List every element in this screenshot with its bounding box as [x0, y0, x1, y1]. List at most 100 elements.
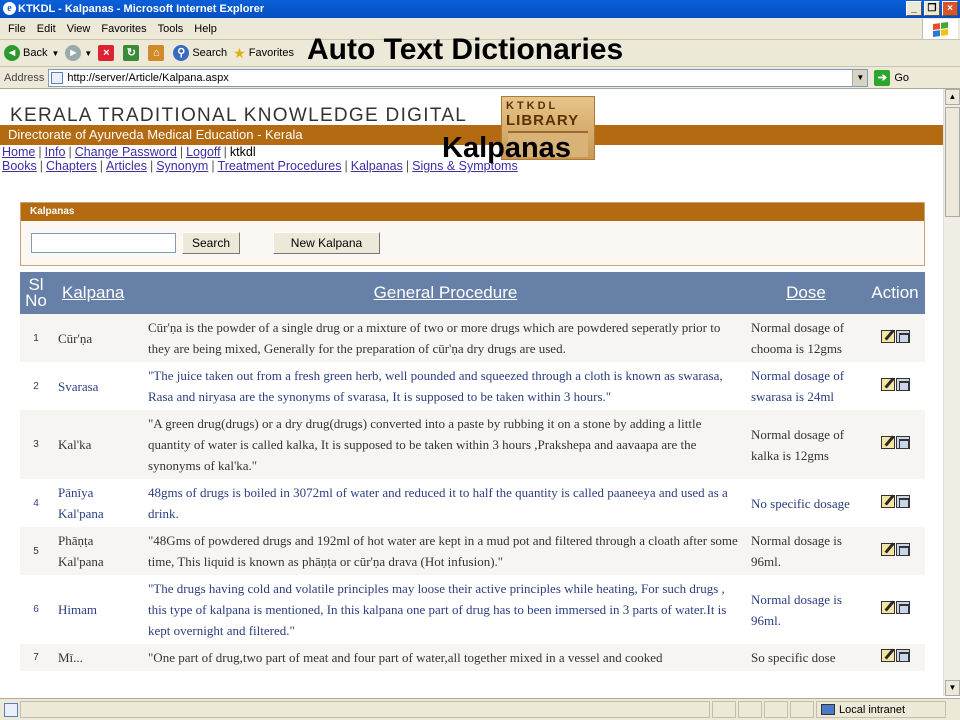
- edit-icon[interactable]: [880, 436, 895, 449]
- table-row: 7 Mī... "One part of drug,two part of meat…: [20, 644, 925, 671]
- delete-icon[interactable]: [895, 601, 910, 614]
- kalpanas-table: Sl No Kalpana General Procedure Dose Act…: [20, 272, 925, 671]
- link-synonym[interactable]: Synonym: [156, 159, 208, 173]
- edit-icon[interactable]: [880, 649, 895, 662]
- account-links: Home | Info | Change Password | Logoff | ktkdl: [2, 145, 256, 159]
- link-info[interactable]: Info: [45, 145, 66, 159]
- ie-icon: e: [3, 2, 16, 15]
- stop-button[interactable]: ×: [98, 45, 117, 61]
- address-dropdown-icon[interactable]: ▼: [852, 69, 868, 86]
- delete-icon[interactable]: [895, 494, 910, 508]
- status-bar: Local intranet: [0, 698, 960, 720]
- table-row: 6 Himam "The drugs having cold and volatil…: [20, 575, 925, 644]
- scroll-down-button[interactable]: ▼: [945, 680, 960, 696]
- edit-icon[interactable]: [880, 377, 895, 391]
- dose-text: Normal dosage of chooma is 12gms: [747, 314, 865, 362]
- favorites-star-icon: ★: [233, 44, 246, 61]
- address-url: http://server/Article/Kalpana.aspx: [67, 71, 229, 84]
- table-row: 3 Kal'ka "A green drug(drugs) or a dry dru…: [20, 410, 925, 479]
- kalpana-name: Pānīya Kal'pana: [52, 479, 144, 527]
- favorites-button[interactable]: ★ Favorites: [233, 45, 294, 62]
- close-button[interactable]: ×: [942, 1, 958, 16]
- kalpana-name: Mī...: [52, 644, 144, 671]
- col-kalpana[interactable]: Kalpana: [52, 272, 144, 314]
- menu-file[interactable]: File: [8, 23, 26, 35]
- kalpana-name: Cūr'ṇa: [52, 314, 144, 362]
- search-submit-button[interactable]: Search: [182, 232, 240, 254]
- link-chapters[interactable]: Chapters: [46, 159, 97, 173]
- procedure-text: "48Gms of powdered drugs and 192ml of ho…: [144, 527, 747, 575]
- search-button[interactable]: ⚲ Search: [173, 45, 227, 61]
- procedure-text: "A green drug(drugs) or a dry drug(drugs…: [144, 410, 747, 479]
- edit-icon[interactable]: [880, 601, 895, 614]
- link-books[interactable]: Books: [2, 159, 37, 173]
- windows-logo-icon: [922, 19, 958, 39]
- forward-dropdown-icon[interactable]: ▼: [84, 49, 92, 58]
- status-page-icon: [4, 702, 18, 717]
- refresh-button[interactable]: ↻: [123, 45, 142, 61]
- menu-edit[interactable]: Edit: [37, 23, 56, 35]
- scroll-thumb[interactable]: [945, 107, 960, 217]
- row-actions: [865, 410, 925, 479]
- dose-text: Normal dosage is 96ml.: [747, 575, 865, 644]
- address-bar: Address http://server/Article/Kalpana.as…: [0, 67, 960, 89]
- delete-icon[interactable]: [895, 329, 910, 343]
- row-number: 6: [20, 575, 52, 644]
- col-general-procedure[interactable]: General Procedure: [144, 272, 747, 314]
- minimize-button[interactable]: _: [906, 1, 922, 16]
- back-dropdown-icon[interactable]: ▼: [51, 49, 59, 58]
- table-row: 2 Svarasa "The juice taken out from a fres…: [20, 362, 925, 410]
- overlay-caption: Auto Text Dictionaries: [307, 33, 624, 66]
- scroll-up-button[interactable]: ▲: [945, 89, 960, 105]
- vertical-scrollbar[interactable]: ▲ ▼: [943, 89, 960, 696]
- home-button[interactable]: ⌂: [148, 45, 167, 61]
- menu-favorites[interactable]: Favorites: [101, 23, 146, 35]
- site-subtitle: Directorate of Ayurveda Medical Educatio…: [8, 127, 303, 142]
- address-input[interactable]: http://server/Article/Kalpana.aspx ▼: [48, 68, 869, 87]
- home-icon: ⌂: [148, 45, 165, 61]
- menu-help[interactable]: Help: [194, 23, 217, 35]
- kalpana-name: Kal'ka: [52, 410, 144, 479]
- go-button[interactable]: ➔ Go: [874, 69, 909, 86]
- menu-tools[interactable]: Tools: [158, 23, 184, 35]
- page-content: Directorate of Ayurveda Medical Educatio…: [0, 89, 943, 696]
- link-kalpanas[interactable]: Kalpanas: [351, 159, 403, 173]
- procedure-text: 48gms of drugs is boiled in 3072ml of wa…: [144, 479, 747, 527]
- restore-button[interactable]: ❐: [924, 1, 940, 16]
- row-actions: [865, 527, 925, 575]
- security-zone: Local intranet: [816, 701, 946, 718]
- link-logoff[interactable]: Logoff: [186, 145, 221, 159]
- panel-heading: Kalpanas: [21, 203, 924, 221]
- window-titlebar: e KTKDL - Kalpanas - Microsoft Internet …: [0, 0, 960, 18]
- row-actions: [865, 362, 925, 410]
- row-number: 7: [20, 644, 52, 671]
- window-title: KTKDL - Kalpanas - Microsoft Internet Ex…: [18, 3, 265, 15]
- search-input[interactable]: [31, 233, 176, 253]
- delete-icon[interactable]: [895, 436, 910, 449]
- kalpana-name: Svarasa: [52, 362, 144, 410]
- row-number: 2: [20, 362, 52, 410]
- col-dose[interactable]: Dose: [747, 272, 865, 314]
- forward-button[interactable]: ► ▼: [65, 45, 92, 61]
- kalpanas-caption: Kalpanas: [442, 132, 571, 164]
- edit-icon[interactable]: [880, 494, 895, 508]
- menu-view[interactable]: View: [67, 23, 91, 35]
- delete-icon[interactable]: [895, 649, 910, 662]
- link-articles[interactable]: Articles: [106, 159, 147, 173]
- edit-icon[interactable]: [880, 329, 895, 343]
- kalpana-name: Himam: [52, 575, 144, 644]
- site-title: KERALA TRADITIONAL KNOWLEDGE DIGITAL: [10, 105, 468, 126]
- procedure-text: Cūr'ṇa is the powder of a single drug or…: [144, 314, 747, 362]
- go-arrow-icon: ➔: [874, 69, 891, 86]
- edit-icon[interactable]: [880, 542, 895, 556]
- back-button[interactable]: ◄ Back ▼: [4, 45, 59, 61]
- col-action: Action: [865, 272, 925, 314]
- link-home[interactable]: Home: [2, 145, 35, 159]
- new-kalpana-button[interactable]: New Kalpana: [273, 232, 380, 254]
- kalpanas-panel: Kalpanas Search New Kalpana: [20, 202, 925, 266]
- delete-icon[interactable]: [895, 377, 910, 391]
- delete-icon[interactable]: [895, 542, 910, 556]
- link-treatment-procedures[interactable]: Treatment Procedures: [218, 159, 342, 173]
- row-number: 1: [20, 314, 52, 362]
- link-change-password[interactable]: Change Password: [75, 145, 177, 159]
